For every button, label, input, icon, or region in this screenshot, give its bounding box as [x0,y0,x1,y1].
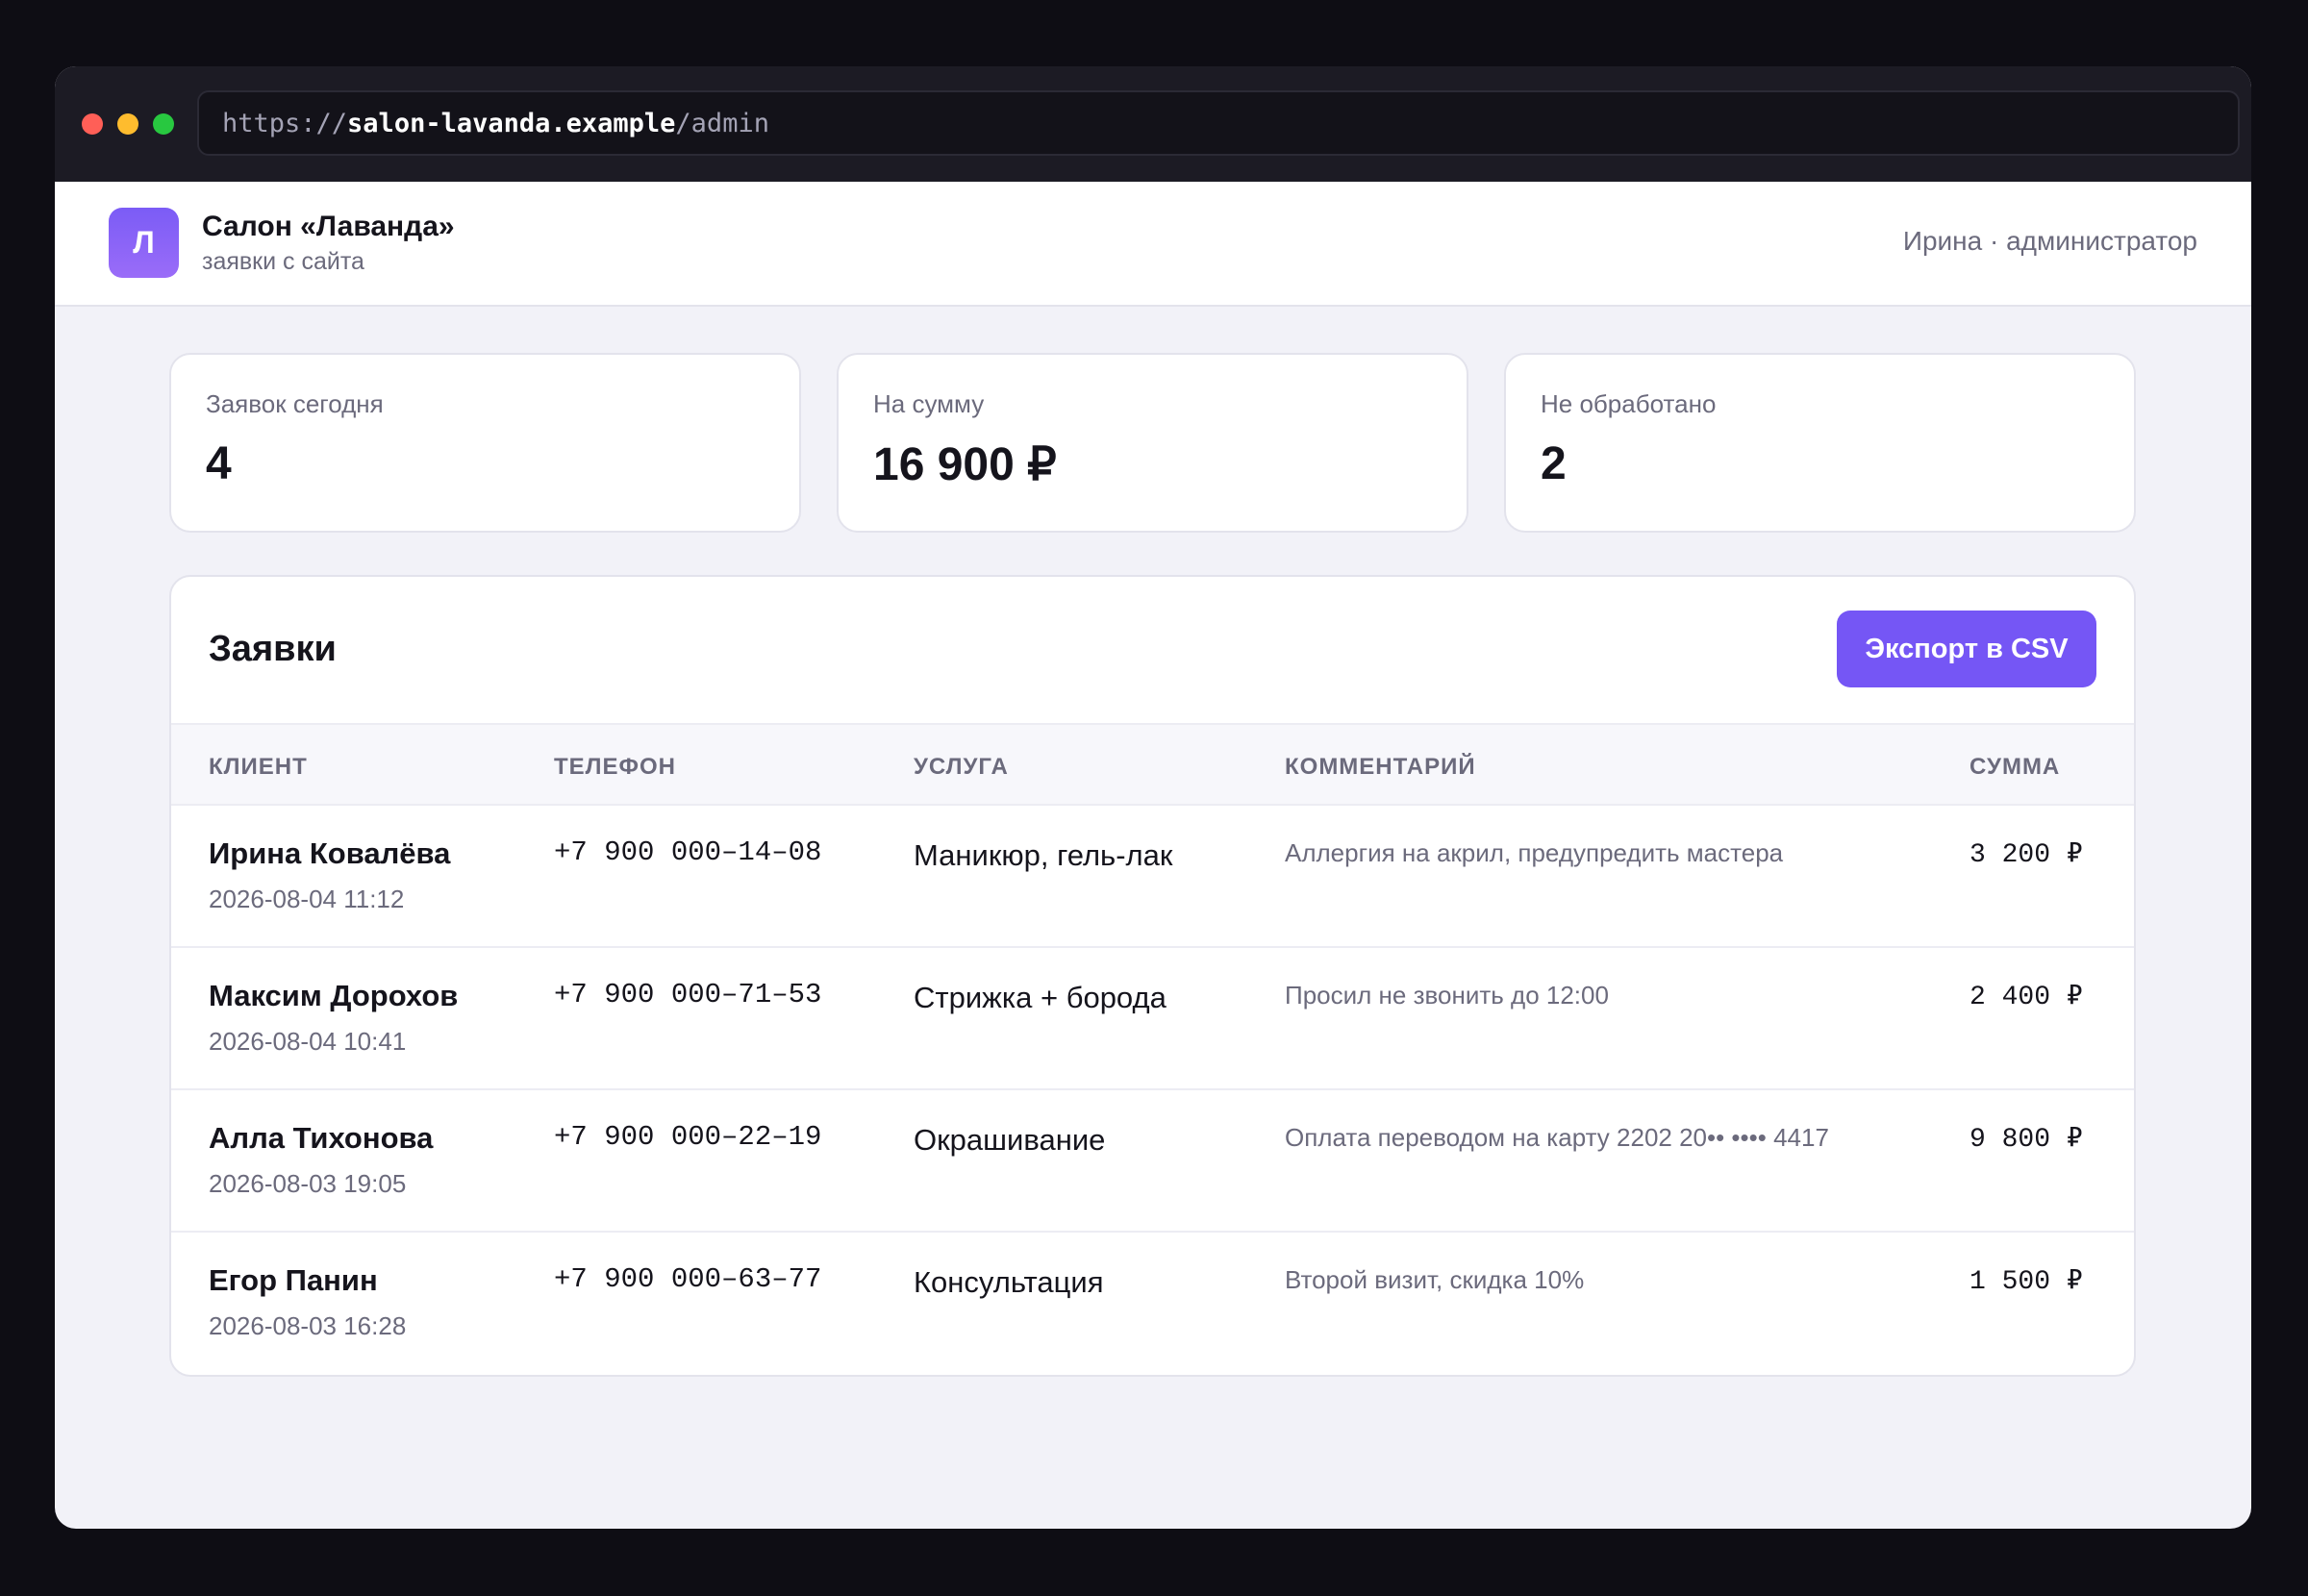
brand-name: Салон «Лаванда» [202,211,455,242]
app-header: Л Салон «Лаванда» заявки с сайта Ирина ·… [55,182,2251,307]
current-user[interactable]: Ирина · администратор [1903,226,2197,257]
address-bar[interactable]: https://salon-lavanda.example/admin [197,90,2240,156]
stat-label: Не обработано [1541,389,1717,418]
comment: Аллергия на акрил, предупредить мастера [1285,838,1784,867]
stat-card-unprocessed: Не обработано 2 [1504,353,2136,533]
column-header-client[interactable]: КЛИЕНТ [209,754,308,781]
order-datetime: 2026-08-03 16:28 [209,1311,407,1340]
client-phone: +7 900 000–22–19 [554,1121,822,1153]
orders-title: Заявки [209,629,337,669]
stat-value: 4 [206,438,232,489]
client-name: Алла Тихонова [209,1121,434,1155]
order-datetime: 2026-08-03 19:05 [209,1169,407,1198]
table-row[interactable]: Максим Дорохов 2026-08-04 10:41 +7 900 0… [171,948,2134,1090]
order-sum: 2 400 ₽ [1969,983,2083,1012]
stat-value: 16 900 ₽ [873,439,1057,490]
client-phone: +7 900 000–14–08 [554,836,822,868]
client-phone: +7 900 000–63–77 [554,1263,822,1295]
close-window-button[interactable] [82,113,103,135]
table-header: КЛИЕНТ ТЕЛЕФОН УСЛУГА КОММЕНТАРИЙ СУММА [171,723,2134,806]
comment: Просил не звонить до 12:00 [1285,981,1609,1010]
order-datetime: 2026-08-04 10:41 [209,1027,407,1056]
order-sum: 3 200 ₽ [1969,840,2083,870]
client-name: Егор Панин [209,1263,378,1297]
service: Окрашивание [914,1123,1106,1157]
stat-label: Заявок сегодня [206,389,384,418]
column-header-service[interactable]: УСЛУГА [914,754,1009,781]
column-header-comment[interactable]: КОММЕНТАРИЙ [1285,754,1476,781]
column-header-phone[interactable]: ТЕЛЕФОН [554,754,676,781]
comment: Второй визит, скидка 10% [1285,1265,1585,1294]
brand-subtitle: заявки с сайта [202,248,364,275]
service: Стрижка + борода [914,981,1167,1014]
table-row[interactable]: Алла Тихонова 2026-08-03 19:05 +7 900 00… [171,1090,2134,1233]
minimize-window-button[interactable] [117,113,138,135]
stat-card-today: Заявок сегодня 4 [169,353,801,533]
stat-value: 2 [1541,438,1567,489]
url-host: salon-lavanda.example [347,108,676,138]
window-controls [82,113,174,135]
orders-panel: Заявки Экспорт в CSV КЛИЕНТ ТЕЛЕФОН УСЛУ… [169,575,2136,1377]
url-scheme: https:// [222,108,348,138]
export-csv-button[interactable]: Экспорт в CSV [1837,611,2096,687]
order-datetime: 2026-08-04 11:12 [209,885,405,913]
url-path: /admin [675,108,769,138]
browser-titlebar: https://salon-lavanda.example/admin [55,66,2251,182]
table-row[interactable]: Ирина Ковалёва 2026-08-04 11:12 +7 900 0… [171,806,2134,948]
maximize-window-button[interactable] [153,113,174,135]
table-row[interactable]: Егор Панин 2026-08-03 16:28 +7 900 000–6… [171,1233,2134,1375]
service: Консультация [914,1265,1104,1299]
order-sum: 9 800 ₽ [1969,1125,2083,1155]
client-name: Ирина Ковалёва [209,836,451,870]
browser-window: https://salon-lavanda.example/admin Л Са… [55,66,2251,1529]
client-phone: +7 900 000–71–53 [554,979,822,1010]
brand-logo: Л [109,208,179,278]
comment: Оплата переводом на карту 2202 20•• ••••… [1285,1123,1829,1152]
service: Маникюр, гель-лак [914,838,1173,872]
column-header-sum[interactable]: СУММА [1969,754,2060,781]
stat-card-total-sum: На сумму 16 900 ₽ [837,353,1468,533]
client-name: Максим Дорохов [209,979,459,1012]
stat-label: На сумму [873,389,985,418]
order-sum: 1 500 ₽ [1969,1267,2083,1297]
